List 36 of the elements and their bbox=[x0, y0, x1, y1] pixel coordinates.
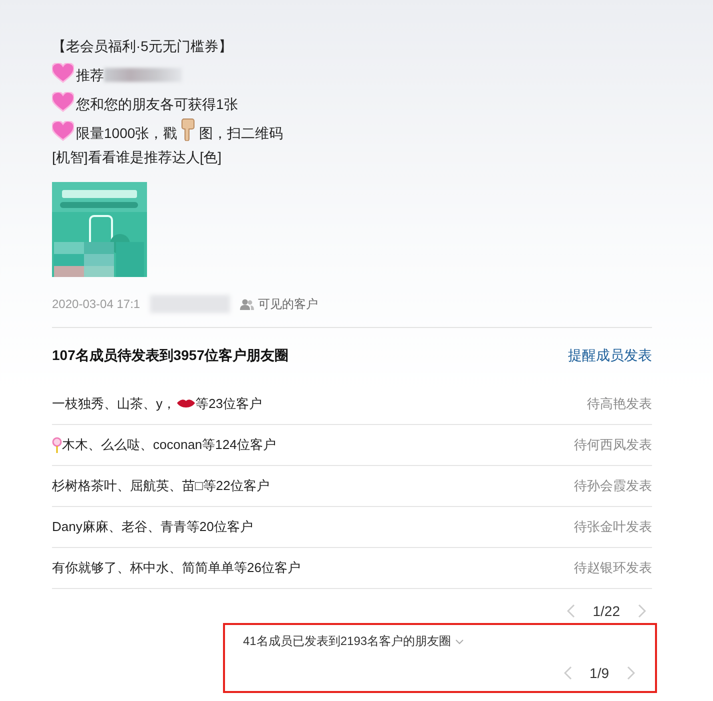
prev-page-icon[interactable] bbox=[564, 666, 572, 680]
remind-link[interactable]: 提醒成员发表 bbox=[568, 347, 652, 365]
text: 您和您的朋友各可获得1张 bbox=[76, 96, 238, 114]
pending-status: 待张金叶发表 bbox=[574, 518, 652, 536]
published-summary[interactable]: 41名成员已发表到2193名客户的朋友圈 bbox=[243, 633, 452, 650]
pending-status: 待何西凤发表 bbox=[574, 436, 652, 454]
people-icon bbox=[240, 298, 254, 310]
heart-icon bbox=[52, 92, 74, 112]
heart-icon bbox=[52, 121, 74, 141]
text: 推荐 bbox=[76, 67, 104, 85]
page-indicator: 1/22 bbox=[592, 603, 620, 619]
next-page-icon[interactable] bbox=[638, 604, 646, 618]
text: 限量1000张，戳 bbox=[76, 125, 178, 143]
pending-status: 待高艳发表 bbox=[587, 395, 652, 413]
page-indicator: 1/9 bbox=[590, 665, 609, 681]
text: 木木、么么哒、coconan等124位客户 bbox=[62, 436, 276, 454]
text: [机智]看看谁是推荐达人[色] bbox=[52, 149, 222, 165]
pending-status: 待赵银环发表 bbox=[574, 559, 652, 577]
pointing-hand-icon bbox=[181, 117, 196, 141]
prev-page-icon[interactable] bbox=[566, 604, 575, 618]
text: 杉树格茶叶、屈航英、苗□等22位客户 bbox=[52, 477, 270, 495]
chevron-down-icon[interactable] bbox=[455, 638, 464, 644]
post-title: 【老会员福利·5元无门槛券】 bbox=[52, 37, 234, 56]
text: 等23位客户 bbox=[196, 395, 262, 413]
pending-summary: 107名成员待发表到3957位客户朋友圈 bbox=[52, 347, 289, 365]
text: 图，扫二维码 bbox=[199, 125, 284, 143]
heart-icon bbox=[52, 63, 74, 83]
text: 有你就够了、杯中水、简简单单等26位客户 bbox=[52, 559, 300, 577]
post-time: 2020-03-04 17:1 bbox=[52, 297, 140, 311]
lollipop-icon bbox=[52, 437, 62, 453]
next-page-icon[interactable] bbox=[627, 666, 635, 680]
text: Dany麻麻、老谷、青青等20位客户 bbox=[52, 518, 253, 536]
text: 一枝独秀、山茶、y， bbox=[52, 395, 176, 413]
visibility-link[interactable]: 可见的客户 bbox=[240, 296, 318, 312]
lips-icon bbox=[176, 399, 194, 409]
pending-status: 待孙会霞发表 bbox=[574, 477, 652, 495]
